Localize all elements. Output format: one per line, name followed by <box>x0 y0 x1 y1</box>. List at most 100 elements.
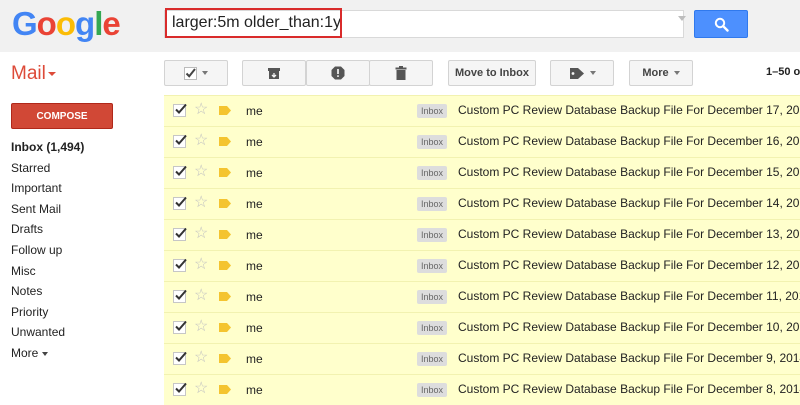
email-subject: Custom PC Review Database Backup File Fo… <box>458 289 800 303</box>
inbox-label-badge[interactable]: Inbox <box>417 166 448 180</box>
sidebar-item-more[interactable]: More <box>11 346 49 360</box>
row-checkbox[interactable] <box>173 382 187 396</box>
sidebar-item-drafts[interactable]: Drafts <box>11 222 43 236</box>
importance-marker-icon[interactable] <box>219 354 231 363</box>
star-icon[interactable]: ☆ <box>194 132 208 150</box>
row-checkbox[interactable] <box>173 103 187 117</box>
inbox-label-badge[interactable]: Inbox <box>417 383 448 397</box>
sidebar-item-inbox[interactable]: Inbox (1,494) <box>11 140 84 154</box>
more-actions-button[interactable]: More <box>629 60 693 86</box>
checkmark-icon <box>175 258 187 269</box>
more-chevron-down-icon <box>673 71 680 75</box>
report-spam-icon <box>331 66 345 80</box>
sidebar-item-starred[interactable]: Starred <box>11 161 50 175</box>
email-row[interactable]: ☆ me Inbox Custom PC Review Database Backup… <box>164 281 800 312</box>
email-sender: me <box>246 290 263 304</box>
checkmark-icon <box>175 351 187 362</box>
logo-letter: o <box>55 5 76 42</box>
importance-marker-icon[interactable] <box>219 261 231 270</box>
move-to-inbox-button[interactable]: Move to Inbox <box>448 60 536 86</box>
email-sender: me <box>246 321 263 335</box>
sidebar-item-important[interactable]: Important <box>11 181 62 195</box>
inbox-label-badge[interactable]: Inbox <box>417 228 448 242</box>
star-icon[interactable]: ☆ <box>194 225 208 243</box>
star-icon[interactable]: ☆ <box>194 101 208 119</box>
email-subject: Custom PC Review Database Backup File Fo… <box>458 103 800 117</box>
search-button[interactable] <box>694 10 748 38</box>
email-row[interactable]: ☆ me Inbox Custom PC Review Database Backup… <box>164 157 800 188</box>
email-row[interactable]: ☆ me Inbox Custom PC Review Database Backup… <box>164 95 800 126</box>
star-icon[interactable]: ☆ <box>194 256 208 274</box>
row-checkbox[interactable] <box>173 196 187 210</box>
mail-chevron-down-icon[interactable] <box>48 72 56 76</box>
email-row[interactable]: ☆ me Inbox Custom PC Review Database Backup… <box>164 126 800 157</box>
importance-marker-icon[interactable] <box>219 292 231 301</box>
star-icon[interactable]: ☆ <box>194 349 208 367</box>
row-checkbox[interactable] <box>173 134 187 148</box>
importance-marker-icon[interactable] <box>219 230 231 239</box>
inbox-label-badge[interactable]: Inbox <box>417 259 448 273</box>
search-icon <box>714 17 729 32</box>
sidebar-item-follow-up[interactable]: Follow up <box>11 243 62 257</box>
logo-letter: l <box>94 5 103 42</box>
star-icon[interactable]: ☆ <box>194 287 208 305</box>
sidebar-item-unwanted[interactable]: Unwanted <box>11 325 65 339</box>
email-sender: me <box>246 166 263 180</box>
delete-button[interactable] <box>369 60 433 86</box>
star-icon[interactable]: ☆ <box>194 380 208 398</box>
inbox-label-badge[interactable]: Inbox <box>417 321 448 335</box>
inbox-label-badge[interactable]: Inbox <box>417 290 448 304</box>
row-checkbox[interactable] <box>173 258 187 272</box>
email-row[interactable]: ☆ me Inbox Custom PC Review Database Backup… <box>164 219 800 250</box>
sidebar-item-sent-mail[interactable]: Sent Mail <box>11 202 61 216</box>
google-logo[interactable]: Google <box>12 4 121 44</box>
star-icon[interactable]: ☆ <box>194 194 208 212</box>
mail-menu-label[interactable]: Mail <box>11 63 46 85</box>
email-subject: Custom PC Review Database Backup File Fo… <box>458 134 800 148</box>
email-list: ☆ me Inbox Custom PC Review Database Backup… <box>164 95 800 405</box>
inbox-label-badge[interactable]: Inbox <box>417 197 448 211</box>
row-checkbox[interactable] <box>173 351 187 365</box>
email-row[interactable]: ☆ me Inbox Custom PC Review Database Backup… <box>164 250 800 281</box>
move-to-inbox-icon-button[interactable] <box>242 60 306 86</box>
email-row[interactable]: ☆ me Inbox Custom PC Review Database Backup… <box>164 374 800 405</box>
email-sender: me <box>246 259 263 273</box>
row-checkbox[interactable] <box>173 227 187 241</box>
select-all-button[interactable] <box>164 60 228 86</box>
inbox-label-badge[interactable]: Inbox <box>417 104 448 118</box>
sidebar-item-misc[interactable]: Misc <box>11 264 36 278</box>
sidebar-item-notes[interactable]: Notes <box>11 284 42 298</box>
importance-marker-icon[interactable] <box>219 106 231 115</box>
row-checkbox[interactable] <box>173 289 187 303</box>
email-row[interactable]: ☆ me Inbox Custom PC Review Database Backup… <box>164 312 800 343</box>
row-checkbox[interactable] <box>173 320 187 334</box>
inbox-label-badge[interactable]: Inbox <box>417 135 448 149</box>
email-row[interactable]: ☆ me Inbox Custom PC Review Database Backup… <box>164 343 800 374</box>
logo-letter: e <box>102 5 120 42</box>
email-subject: Custom PC Review Database Backup File Fo… <box>458 227 800 241</box>
email-sender: me <box>246 104 263 118</box>
importance-marker-icon[interactable] <box>219 168 231 177</box>
star-icon[interactable]: ☆ <box>194 163 208 181</box>
search-input[interactable] <box>172 10 342 36</box>
search-options-chevron-down-icon[interactable] <box>678 16 686 21</box>
email-subject: Custom PC Review Database Backup File Fo… <box>458 320 800 334</box>
importance-marker-icon[interactable] <box>219 199 231 208</box>
labels-chevron-down-icon <box>589 71 596 75</box>
row-checkbox[interactable] <box>173 165 187 179</box>
compose-button[interactable]: COMPOSE <box>11 103 113 129</box>
labels-button[interactable] <box>550 60 614 86</box>
report-spam-button[interactable] <box>306 60 370 86</box>
importance-marker-icon[interactable] <box>219 137 231 146</box>
sidebar-more-label: More <box>11 346 39 360</box>
more-actions-label: More <box>642 67 669 79</box>
importance-marker-icon[interactable] <box>219 323 231 332</box>
email-subject: Custom PC Review Database Backup File Fo… <box>458 382 800 396</box>
star-icon[interactable]: ☆ <box>194 318 208 336</box>
archive-icon <box>268 67 280 79</box>
sidebar-item-priority[interactable]: Priority <box>11 305 48 319</box>
email-subject: Custom PC Review Database Backup File Fo… <box>458 165 800 179</box>
importance-marker-icon[interactable] <box>219 385 231 394</box>
inbox-label-badge[interactable]: Inbox <box>417 352 448 366</box>
email-row[interactable]: ☆ me Inbox Custom PC Review Database Backup… <box>164 188 800 219</box>
